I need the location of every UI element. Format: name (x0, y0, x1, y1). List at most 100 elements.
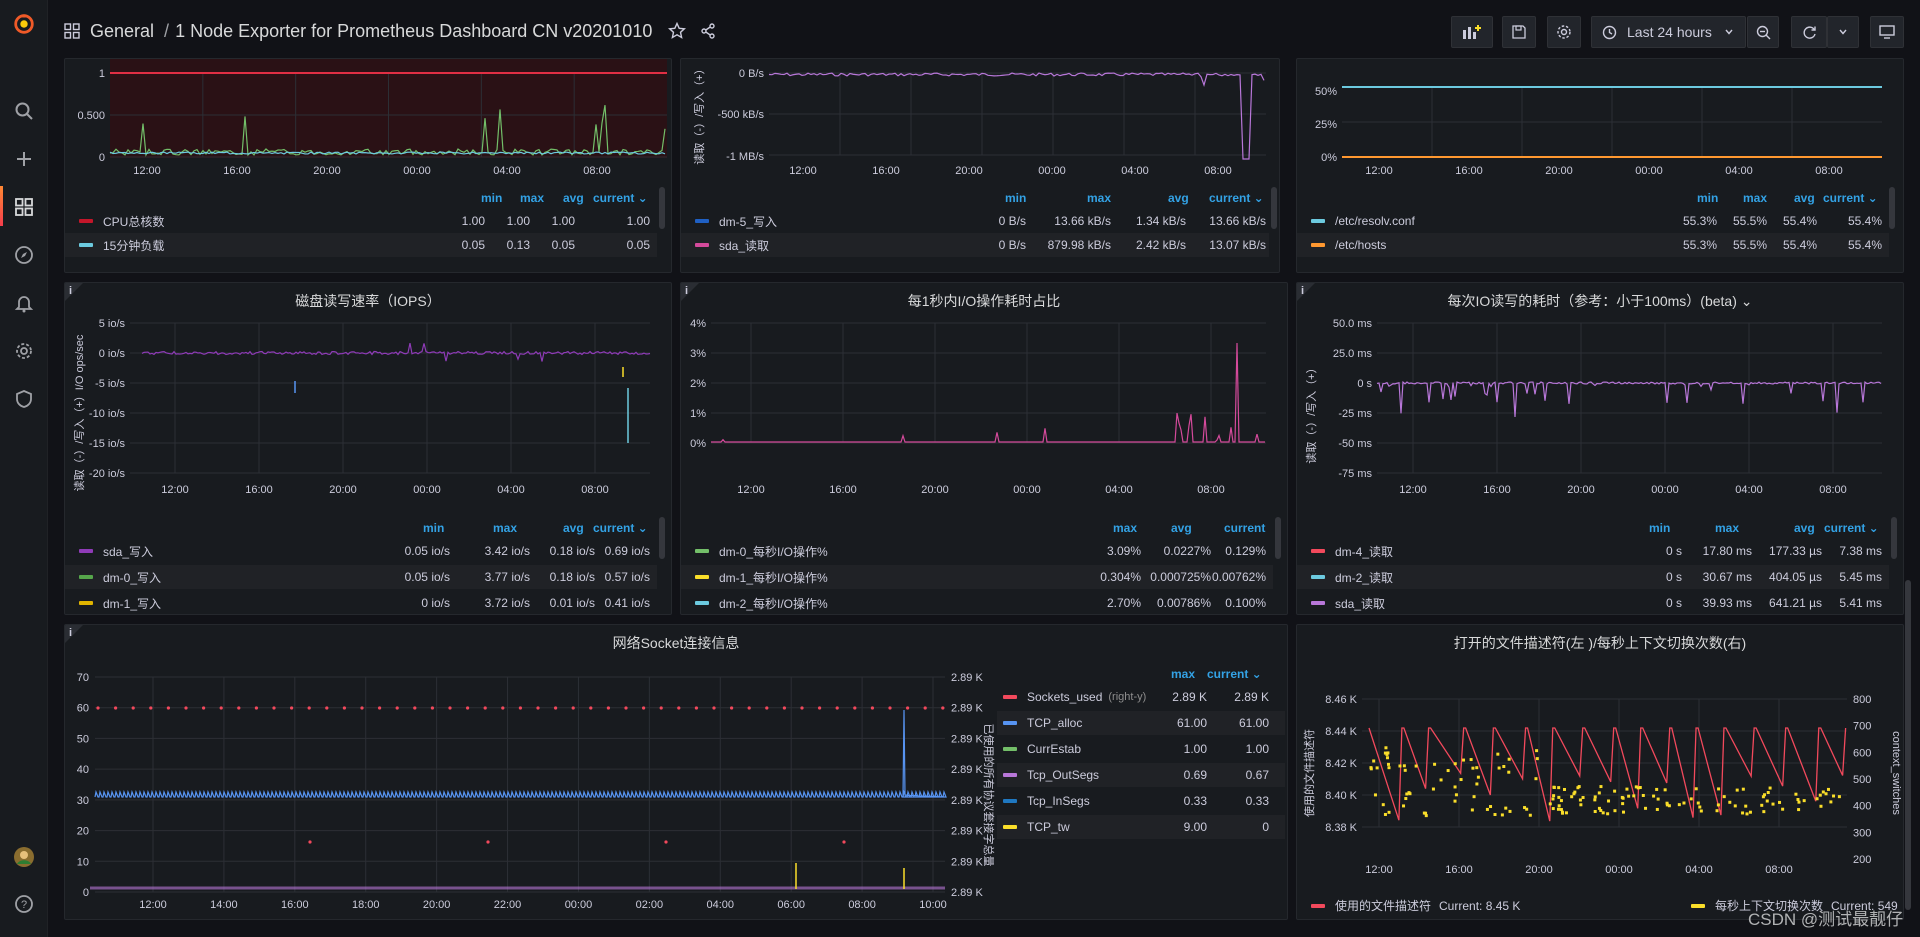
share-icon[interactable] (700, 23, 716, 39)
legend-row[interactable]: TCP_tw 9.00 0 (997, 815, 1285, 839)
legend-row[interactable]: /etc/resolv.conf 55.3% 55.5% 55.4% 55.4% (1297, 209, 1889, 233)
legend-row[interactable]: /etc/hosts 55.3% 55.5% 55.4% 55.4% (1297, 233, 1889, 257)
legend-header-min[interactable]: min (1649, 521, 1670, 535)
legend-header-max[interactable]: max (520, 191, 544, 205)
legend-row[interactable]: sda_写入 0.05 io/s 3.42 io/s 0.18 io/s 0.69 io… (65, 539, 657, 563)
legend-row[interactable]: dm-5_写入 0 B/s 13.66 kB/s 1.34 kB/s 13.66… (681, 209, 1269, 233)
plus-icon[interactable] (12, 147, 36, 171)
legend-row[interactable]: sda_读取 0 B/s 879.98 kB/s 2.42 kB/s 13.07… (681, 233, 1269, 257)
legend-min: 55.3% (1682, 214, 1717, 228)
legend-cur: 5.41 ms (1839, 596, 1882, 610)
legend-header-current[interactable]: current ⌄ (593, 191, 648, 205)
legend-row[interactable]: 15分钟负载 0.05 0.13 0.05 0.05 (65, 233, 657, 257)
legend-row[interactable]: Sockets_used (right-y) 2.89 K 2.89 K (997, 685, 1285, 709)
context-switch-point (1535, 757, 1539, 761)
breadcrumb-folder[interactable]: General (90, 21, 154, 42)
dashboards-icon[interactable] (12, 195, 36, 219)
legend-row[interactable]: CurrEstab 1.00 1.00 (997, 737, 1285, 761)
add-panel-button[interactable] (1451, 16, 1493, 48)
breadcrumb-dashboard-title[interactable]: 1 Node Exporter for Prometheus Dashboard… (175, 21, 652, 42)
legend-header-max[interactable]: max (493, 521, 517, 535)
zoom-out-button[interactable] (1747, 16, 1779, 48)
page-scrollbar[interactable] (1905, 580, 1911, 910)
legend-row[interactable]: dm-4_读取 0 s 17.80 ms 177.33 µs 7.38 ms (1297, 539, 1889, 563)
legend-row[interactable]: CPU总核数 1.00 1.00 1.00 1.00 (65, 209, 657, 233)
legend-header-min[interactable]: min (1005, 191, 1026, 205)
panel-filesystem-usage: 50% 25% 0% 12:00 16:00 20:00 00:00 04:00 08:0… (1296, 58, 1904, 273)
panel-title[interactable]: 网络Socket连接信息 (65, 633, 1287, 653)
legend-scrollbar[interactable] (1889, 187, 1895, 229)
search-icon[interactable] (12, 99, 36, 123)
alerting-bell-icon[interactable] (12, 291, 36, 315)
legend-row[interactable]: Tcp_OutSegs 0.69 0.67 (997, 763, 1285, 787)
legend-row[interactable]: Tcp_InSegs 0.33 0.33 (997, 789, 1285, 813)
legend-header-current[interactable]: current ⌄ (1823, 191, 1878, 205)
legend-row[interactable]: TCP_alloc 61.00 61.00 (997, 711, 1285, 735)
legend-row[interactable]: dm-2_读取 0 s 30.67 ms 404.05 µs 5.45 ms (1297, 565, 1889, 589)
legend-header-avg[interactable]: avg (563, 521, 584, 535)
legend-header-max[interactable]: max (1087, 191, 1111, 205)
legend-cur: 0.129% (1225, 544, 1266, 558)
help-icon[interactable]: ? (12, 892, 36, 916)
legend-item-fd[interactable]: 使用的文件描述符 Current: 8.45 K (1311, 897, 1520, 914)
legend: min max avg current ⌄ dm-5_写入 0 B/s 13.6… (681, 185, 1276, 272)
zoom-out-icon (1756, 25, 1771, 40)
legend-scrollbar[interactable] (1271, 187, 1277, 229)
legend-header-min[interactable]: min (1697, 191, 1718, 205)
y-tick: 8.46 K (1325, 694, 1357, 706)
legend-header-max[interactable]: max (1171, 667, 1195, 681)
legend-header-avg[interactable]: avg (1168, 191, 1189, 205)
legend-header-avg[interactable]: avg (563, 191, 584, 205)
legend-header-current[interactable]: current (1224, 521, 1265, 535)
panel-title[interactable]: 每1秒内I/O操作耗时占比 (681, 291, 1287, 311)
tv-mode-button[interactable] (1870, 16, 1904, 48)
legend-header-current[interactable]: current ⌄ (1824, 521, 1879, 535)
active-indicator (0, 186, 3, 226)
legend-header-avg[interactable]: avg (1794, 191, 1815, 205)
legend-scrollbar[interactable] (1891, 517, 1897, 559)
legend-header-current[interactable]: current ⌄ (1207, 667, 1262, 681)
legend-header-avg[interactable]: avg (1794, 521, 1815, 535)
star-icon[interactable] (668, 22, 687, 40)
shield-icon[interactable] (12, 387, 36, 411)
legend-scrollbar[interactable] (659, 517, 665, 559)
legend-avg: 0.18 io/s (549, 570, 595, 584)
add-panel-icon (1462, 24, 1482, 40)
legend-header-min[interactable]: min (481, 191, 502, 205)
avatar[interactable] (12, 845, 36, 869)
legend-header-max[interactable]: max (1715, 521, 1739, 535)
legend-header-current[interactable]: current ⌄ (1209, 191, 1264, 205)
panel-title[interactable]: 打开的文件描述符(左 )/每秒上下文切换次数(右) (1297, 633, 1903, 653)
legend-scrollbar[interactable] (1275, 517, 1281, 559)
context-switch-point (1453, 762, 1457, 766)
legend-header-max[interactable]: max (1743, 191, 1767, 205)
legend-current: 0 (1262, 820, 1269, 834)
y-tick: 0.500 (77, 110, 105, 122)
legend-row[interactable]: dm-1_写入 0 io/s 3.72 io/s 0.01 io/s 0.41 io/s (65, 591, 657, 614)
dashboard-settings-button[interactable] (1547, 16, 1581, 48)
grafana-logo-icon[interactable] (12, 12, 36, 36)
sockets-used-point (589, 706, 593, 710)
panel-title[interactable]: 每次IO读写的耗时（参考：小于100ms）(beta) ⌄ (1297, 291, 1903, 311)
legend-row[interactable]: dm-1_每秒I/O操作% 0.304% 0.000725% 0.00762% (681, 565, 1273, 589)
legend-row[interactable]: dm-2_每秒I/O操作% 2.70% 0.00786% 0.100% (681, 591, 1273, 614)
legend-row[interactable]: dm-0_每秒I/O操作% 3.09% 0.0227% 0.129% (681, 539, 1273, 563)
legend-header-current[interactable]: current ⌄ (593, 521, 648, 535)
context-switch-point (1552, 786, 1556, 790)
y-tick: 0% (690, 438, 706, 450)
gear-icon[interactable] (12, 339, 36, 363)
refresh-button[interactable] (1791, 16, 1827, 48)
legend-header-avg[interactable]: avg (1171, 521, 1192, 535)
explore-icon[interactable] (12, 243, 36, 267)
refresh-interval-dropdown[interactable] (1827, 16, 1859, 48)
save-dashboard-button[interactable] (1502, 16, 1536, 48)
legend-header-max[interactable]: max (1113, 521, 1137, 535)
legend-header-min[interactable]: min (423, 521, 444, 535)
time-range-picker[interactable]: Last 24 hours (1591, 16, 1746, 48)
y-tick: 0 (83, 887, 89, 899)
legend-scrollbar[interactable] (659, 187, 665, 229)
legend-row[interactable]: dm-0_写入 0.05 io/s 3.77 io/s 0.18 io/s 0.57 i… (65, 565, 657, 589)
panel-title[interactable]: 磁盘读写速率（IOPS） (65, 291, 671, 311)
y-tick: 2.89 K (951, 733, 983, 745)
legend-row[interactable]: sda_读取 0 s 39.93 ms 641.21 µs 5.41 ms (1297, 591, 1889, 614)
